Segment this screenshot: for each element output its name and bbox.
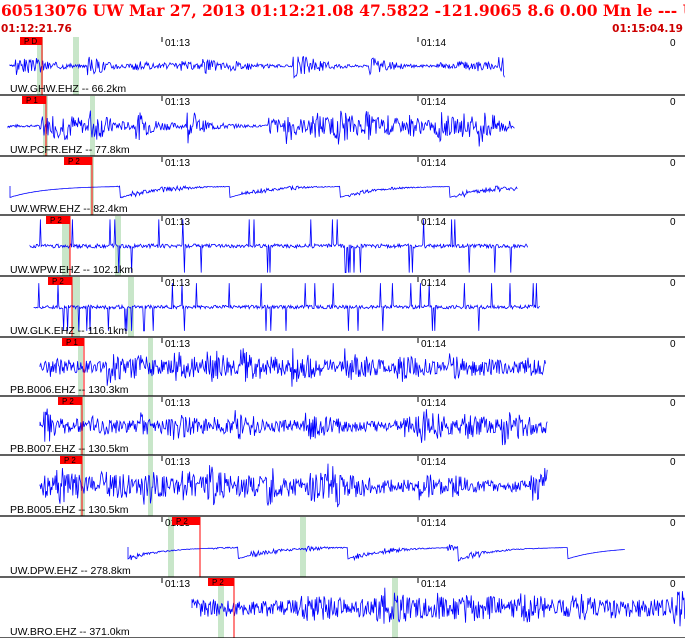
phase-pick-label: P 2 (68, 157, 80, 166)
arrival-highlight-band (392, 578, 398, 638)
time-tick-label: 01:13 (165, 97, 190, 108)
time-tick-label: 01:14 (421, 518, 446, 529)
arrival-highlight-band (148, 456, 153, 516)
time-tick-label: 0 (670, 579, 676, 590)
station-label: UW.PCFR.EHZ -- 77.8km (10, 144, 130, 156)
time-tick-label: 01:13 (165, 38, 190, 49)
time-tick-label: 0 (670, 457, 676, 468)
station-label: PB.B006.EHZ -- 130.3km (10, 384, 129, 396)
waveform-trace (191, 587, 685, 627)
arrival-highlight-band (300, 517, 306, 577)
station-label: UW.BRO.EHZ -- 371.0km (10, 626, 130, 638)
phase-pick-label: P D (24, 37, 37, 46)
time-tick-label: 0 (670, 38, 676, 49)
phase-pick-label: P 2 (52, 277, 64, 286)
time-tick-label: 0 (670, 339, 676, 350)
phase-pick-label: P 1 (66, 338, 78, 347)
waveform-trace (39, 408, 548, 446)
waveform-trace (33, 283, 540, 332)
time-tick-label: 01:14 (421, 38, 446, 49)
phase-pick-label: P 2 (50, 216, 62, 225)
time-tick-label: 01:13 (165, 457, 190, 468)
phase-pick-label: P 2 (64, 456, 76, 465)
time-tick-label: 01:13 (165, 579, 190, 590)
time-tick-label: 0 (670, 398, 676, 409)
time-tick-label: 01:13 (165, 217, 190, 228)
station-label: UW.GLK.EHZ -- 116.1km (10, 325, 127, 337)
station-label: PB.B007.EHZ -- 130.5km (10, 443, 129, 455)
time-tick-label: 01:14 (421, 457, 446, 468)
time-tick-label: 01:13 (165, 158, 190, 169)
time-tick-label: 01:14 (421, 217, 446, 228)
station-label: PB.B005.EHZ -- 130.5km (10, 504, 129, 516)
time-tick-label: 01:14 (421, 339, 446, 350)
time-tick-label: 01:14 (421, 398, 446, 409)
station-label: UW.DPW.EHZ -- 278.8km (10, 565, 131, 577)
seismogram-traces[interactable]: 01:13 01:14 0 P D UW.GHW.EHZ -- 66.2km 01:13 0… (0, 0, 685, 638)
station-label: UW.GHW.EHZ -- 66.2km (10, 83, 126, 95)
time-tick-label: 0 (670, 518, 676, 529)
time-tick-label: 0 (670, 158, 676, 169)
time-tick-label: 01:13 (165, 339, 190, 350)
station-label: UW.WPW.EHZ -- 102.1km (10, 264, 133, 276)
waveform-trace (127, 544, 625, 562)
waveform-trace (7, 110, 515, 147)
phase-pick-label: P 2 (176, 517, 188, 526)
phase-pick-label: P 1 (26, 96, 38, 105)
station-label: UW.WRW.EHZ -- 82.4km (10, 203, 128, 215)
time-tick-label: 01:14 (421, 278, 446, 289)
phase-pick-label: P 2 (212, 578, 224, 587)
waveform-trace (9, 55, 505, 79)
time-tick-label: 01:13 (165, 278, 190, 289)
waveform-trace (39, 463, 548, 508)
time-tick-label: 0 (670, 217, 676, 228)
time-tick-label: 01:14 (421, 579, 446, 590)
time-tick-label: 01:13 (165, 398, 190, 409)
time-tick-label: 0 (670, 97, 676, 108)
waveform-trace (9, 184, 518, 199)
time-tick-label: 0 (670, 278, 676, 289)
phase-pick-label: P 2 (62, 397, 74, 406)
time-tick-label: 01:14 (421, 97, 446, 108)
waveform-trace (39, 348, 546, 387)
time-tick-label: 01:14 (421, 158, 446, 169)
